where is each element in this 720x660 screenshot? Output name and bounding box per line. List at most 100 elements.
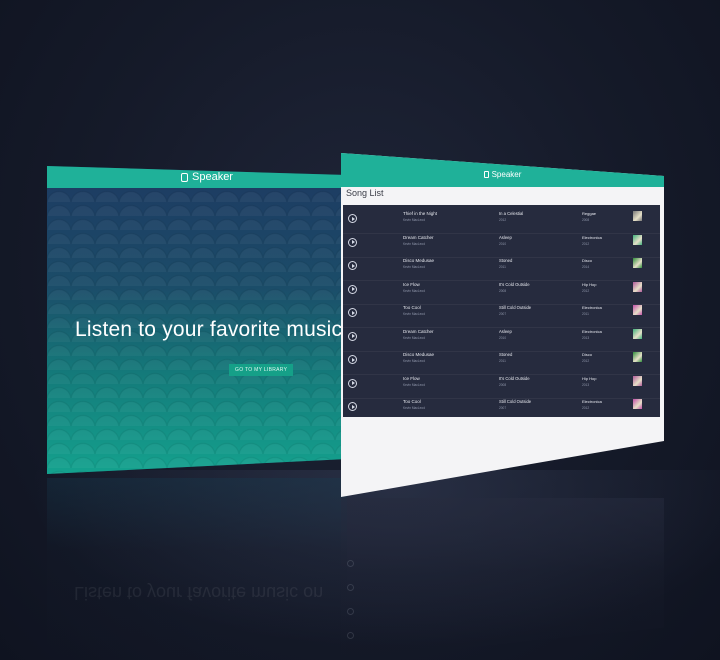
reflected-play-icon [347,632,354,639]
album-art-icon [633,211,642,221]
song-title: Ice Flow [403,281,420,287]
song-number: 2012 [582,359,590,363]
home-window: Speaker Listen to your favorite music on… [47,166,347,474]
song-number: 2013 [582,382,590,387]
album-art-icon [633,375,642,386]
song-year: 2010 [499,241,507,246]
song-title: Ice Flow [403,375,420,381]
song-album: It's Cold Outside [499,281,530,287]
song-genre: Electronica [582,328,602,334]
song-artist: Kevin MacLeod [403,382,425,387]
song-album: Stoned [499,352,513,357]
album-art-icon [633,328,642,339]
reflected-play-icon [347,608,354,615]
app-title: Speaker [192,171,233,183]
song-row[interactable]: Too Cool Kevin MacLeod Still Cold Outside 2… [343,398,660,422]
go-to-library-button[interactable]: GO TO MY LIBRARY [229,364,294,376]
reflected-play-icon [347,560,354,567]
hero-title: Listen to your favorite music on [75,318,373,341]
song-year: 2011 [499,265,506,269]
song-table: Thief in the Night Kevin MacLeod In a Cele… [343,205,660,422]
album-art-icon [633,281,642,292]
song-row[interactable]: Too Cool Kevin MacLeod Still Cold Outside 2… [343,304,660,328]
song-genre: Electronica [582,399,602,404]
song-year: 2008 [499,288,507,293]
album-art-icon [633,258,642,268]
speaker-icon [483,171,489,178]
song-artist: Kevin MacLeod [403,359,425,363]
song-album: Asleep [499,328,512,334]
song-year: 2010 [499,335,507,340]
song-number: 2012 [582,241,590,246]
song-title: Dream Catcher [403,234,434,240]
section-title: Song List [346,188,384,198]
song-album: Still Cold Outside [499,305,532,310]
song-title: Too Cool [403,399,421,404]
play-icon[interactable] [348,214,357,223]
song-row[interactable]: Thief in the Night Kevin MacLeod In a Cele… [343,210,660,234]
album-art-icon [633,352,642,362]
song-genre: Electronica [582,234,602,240]
reflected-play-icon [347,584,354,591]
play-icon[interactable] [348,237,357,247]
song-artist: Kevin MacLeod [403,241,425,246]
song-genre: Electronica [582,305,602,310]
song-album: Still Cold Outside [499,399,532,404]
song-year: 2008 [499,382,507,387]
app-title: Speaker [491,170,522,179]
album-art-icon [633,399,642,409]
song-row[interactable]: Ice Flow Kevin MacLeod It's Cold Outside 20… [343,281,660,305]
song-year: 2007 [499,312,507,316]
song-row[interactable]: Dream Catcher Kevin MacLeod Asleep 2010 Elec… [343,328,660,352]
song-number: 2013 [582,335,590,340]
song-genre: Disco [582,258,593,263]
song-genre: Hip Hop [582,375,597,381]
song-genre: Hip Hop [582,281,597,287]
song-title: Disco Medusae [403,352,435,357]
play-icon[interactable] [348,261,357,270]
song-row[interactable]: Dream Catcher Kevin MacLeod Asleep 2010 Elec… [343,234,660,258]
song-genre: Disco [582,352,593,357]
song-title: Thief in the Night [403,211,438,216]
song-artist: Kevin MacLeod [403,335,425,340]
song-year: 2012 [499,218,507,222]
speaker-icon [181,172,188,182]
song-number: 2014 [582,265,590,269]
song-artist: Kevin MacLeod [403,265,425,269]
song-album: In a Celestial [499,211,524,216]
song-number: 2008 [582,218,590,222]
left-window-reflection [47,478,347,658]
song-genre: Reggae [582,211,597,216]
album-art-icon [633,234,642,245]
song-album: Asleep [499,234,512,240]
play-icon[interactable] [348,331,357,341]
play-icon[interactable] [348,308,357,317]
song-artist: Kevin MacLeod [403,218,425,222]
song-title: Disco Medusae [403,258,435,263]
song-artist: Kevin MacLeod [403,288,425,293]
song-row[interactable]: Disco Medusae Kevin MacLeod Stoned 2011 Disc… [343,351,660,375]
song-album: Stoned [499,258,513,263]
play-icon[interactable] [348,355,357,364]
song-artist: Kevin MacLeod [403,312,425,316]
song-row[interactable]: Disco Medusae Kevin MacLeod Stoned 2011 Disc… [343,257,660,281]
song-year: 2011 [499,359,506,363]
song-artist: Kevin MacLeod [403,406,425,410]
hero-banner: Listen to your favorite music on GO TO M… [47,188,347,474]
hero-text-reflection: Listen to your favorite music on [74,583,324,603]
song-album: It's Cold Outside [499,375,530,381]
song-number: 2012 [582,288,590,293]
song-title: Too Cool [403,305,421,310]
album-art-icon [633,305,642,315]
song-list-window: Speaker Song List Thief in the Night Kevi… [341,153,664,497]
play-icon[interactable] [348,402,357,411]
song-title: Dream Catcher [403,328,434,334]
title-bar: Speaker [47,166,347,188]
title-bar: Speaker [341,153,664,187]
play-icon[interactable] [348,284,357,294]
play-icon[interactable] [348,378,357,388]
song-row[interactable]: Ice Flow Kevin MacLeod It's Cold Outside 20… [343,375,660,399]
song-number: 2012 [582,406,590,410]
song-number: 2011 [582,312,589,316]
song-year: 2007 [499,406,507,410]
